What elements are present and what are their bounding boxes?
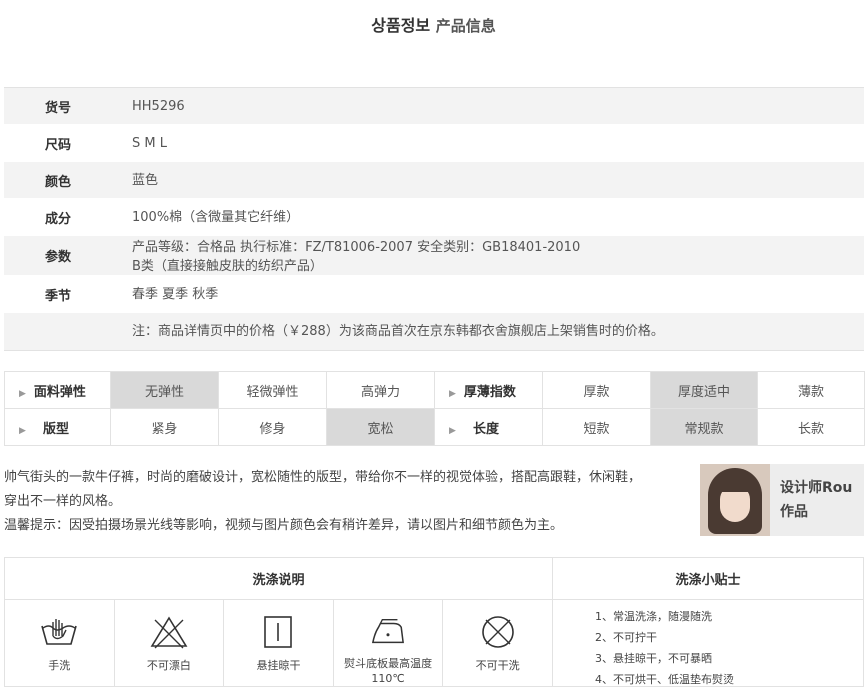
tip-item: 3、悬挂晾干，不可暴晒 <box>595 652 712 665</box>
wash-icons: 手洗 不可漂白 悬挂晾干 熨斗底板最高温度110℃ 不可干洗 <box>5 600 553 686</box>
hang-dry-icon <box>264 616 293 648</box>
no-tumble-dry-icon <box>481 616 514 648</box>
attr-option: 薄款 <box>757 371 865 409</box>
info-value: 春季 夏季 秋季 <box>132 286 219 302</box>
attr-option: 修身 <box>218 408 327 446</box>
hand-wash-icon <box>41 619 78 645</box>
wash-title: 洗涤说明 <box>5 558 553 600</box>
info-label <box>4 313 112 350</box>
title-sub: 产品信息 <box>435 17 496 35</box>
triangle-icon: ▶ <box>19 425 26 436</box>
wash-item: 不可干洗 <box>443 600 552 686</box>
wash-item: 不可漂白 <box>115 600 225 686</box>
title-main: 상품정보 <box>371 16 431 35</box>
attr-option: 紧身 <box>110 408 219 446</box>
info-row: 尺码 S M L <box>4 125 864 162</box>
info-value: HH5296 <box>132 98 185 114</box>
wash-item: 手洗 <box>5 600 115 686</box>
desc-line: 帅气街头的一款牛仔裤，时尚的磨破设计，宽松随性的版型，带给你不一样的视觉体验，搭… <box>4 470 642 485</box>
product-info-table: 货号 HH5296 尺码 S M L 颜色 蓝色 成分 100%棉（含微量其它纤… <box>4 87 864 351</box>
info-label: 颜色 <box>44 174 71 190</box>
info-value-line: B类（直接接触皮肤的纺织产品） <box>132 259 323 274</box>
tip-item: 1、常温洗涤，随漫随洗 <box>595 610 712 623</box>
info-value: 100%棉（含微量其它纤维） <box>132 209 300 225</box>
attr-option: 宽松 <box>326 408 435 446</box>
info-row-note: 注：商品详情页中的价格（￥288）为该商品首次在京东韩都衣舍旗舰店上架销售时的价… <box>4 313 864 350</box>
wash-tips-list: 1、常温洗涤，随漫随洗 2、不可拧干 3、悬挂晾干，不可暴晒 4、不可烘干、低温… <box>595 606 734 690</box>
attr-option: 厚款 <box>542 371 651 409</box>
attr-option: 轻微弹性 <box>218 371 327 409</box>
triangle-icon: ▶ <box>449 388 456 399</box>
triangle-icon: ▶ <box>449 425 456 436</box>
wash-item: 悬挂晾干 <box>224 600 334 686</box>
tip-item: 4、不可烘干、低温垫布熨烫 <box>595 673 734 686</box>
wash-tips-title: 洗涤小贴士 <box>553 558 863 600</box>
attr-row: ▶ 版型 紧身 修身 宽松 ▶ 长度 短款 常规款 长款 <box>4 408 865 446</box>
price-note: 注：商品详情页中的价格（￥288）为该商品首次在京东韩都衣舍旗舰店上架销售时的价… <box>132 324 664 339</box>
tip-item: 2、不可拧干 <box>595 631 657 644</box>
designer-avatar <box>700 464 770 536</box>
attr-head-elasticity: ▶ 面料弹性 <box>4 371 111 409</box>
info-row: 季节 春季 夏季 秋季 <box>4 276 864 313</box>
attr-head-fit: ▶ 版型 <box>4 408 111 446</box>
iron-icon <box>372 619 405 644</box>
attr-option: 无弹性 <box>110 371 219 409</box>
attr-option: 常规款 <box>650 408 758 446</box>
attr-head-length: ▶ 长度 <box>434 408 543 446</box>
warm-tip: 温馨提示：因受拍摄场景光线等影响，视频与图片颜色会有稍许差异，请以图片和细节颜色… <box>4 518 564 533</box>
info-value: 蓝色 <box>132 172 159 188</box>
info-row: 颜色 蓝色 <box>4 162 864 199</box>
attr-option: 厚度适中 <box>650 371 758 409</box>
info-value: 产品等级：合格品 执行标准：FZ/T81006-2007 安全类别：GB1840… <box>112 236 864 275</box>
attr-option: 高弹力 <box>326 371 435 409</box>
wash-item: 熨斗底板最高温度110℃ <box>334 600 444 686</box>
wash-section: 洗涤说明 洗涤小贴士 手洗 不可漂白 悬挂晾干 熨斗底板最高温度110℃ 不可干… <box>4 557 864 687</box>
info-label: 尺码 <box>44 137 71 153</box>
attr-option: 短款 <box>542 408 651 446</box>
product-description: 帅气街头的一款牛仔裤，时尚的磨破设计，宽松随性的版型，带给你不一样的视觉体验，搭… <box>4 466 694 538</box>
attr-head-thickness: ▶ 厚薄指数 <box>434 371 543 409</box>
desc-line: 穿出不一样的风格。 <box>4 494 122 509</box>
attr-row: ▶ 面料弹性 无弹性 轻微弹性 高弹力 ▶ 厚薄指数 厚款 厚度适中 薄款 <box>4 371 865 409</box>
triangle-icon: ▶ <box>19 388 26 399</box>
designer-credit: 设计师Rou 作品 <box>780 480 853 520</box>
attribute-grid: ▶ 面料弹性 无弹性 轻微弹性 高弹力 ▶ 厚薄指数 厚款 厚度适中 薄款 ▶ 版型… <box>4 371 865 446</box>
info-row: 参数 产品等级：合格品 执行标准：FZ/T81006-2007 安全类别：GB1… <box>4 236 864 276</box>
attr-option: 长款 <box>757 408 865 446</box>
designer-card: 设计师Rou 作品 <box>700 464 864 536</box>
info-value: S M L <box>132 135 167 151</box>
info-row: 成分 100%棉（含微量其它纤维） <box>4 199 864 236</box>
info-label: 季节 <box>44 288 71 304</box>
info-row: 货号 HH5296 <box>4 88 864 125</box>
no-bleach-icon <box>150 616 188 649</box>
info-label: 货号 <box>44 100 71 116</box>
info-value-line: 产品等级：合格品 执行标准：FZ/T81006-2007 安全类别：GB1840… <box>132 240 581 255</box>
page-title: 상품정보 产品信息 <box>0 12 867 36</box>
info-label: 参数 <box>44 250 71 265</box>
info-label: 成分 <box>44 211 71 227</box>
